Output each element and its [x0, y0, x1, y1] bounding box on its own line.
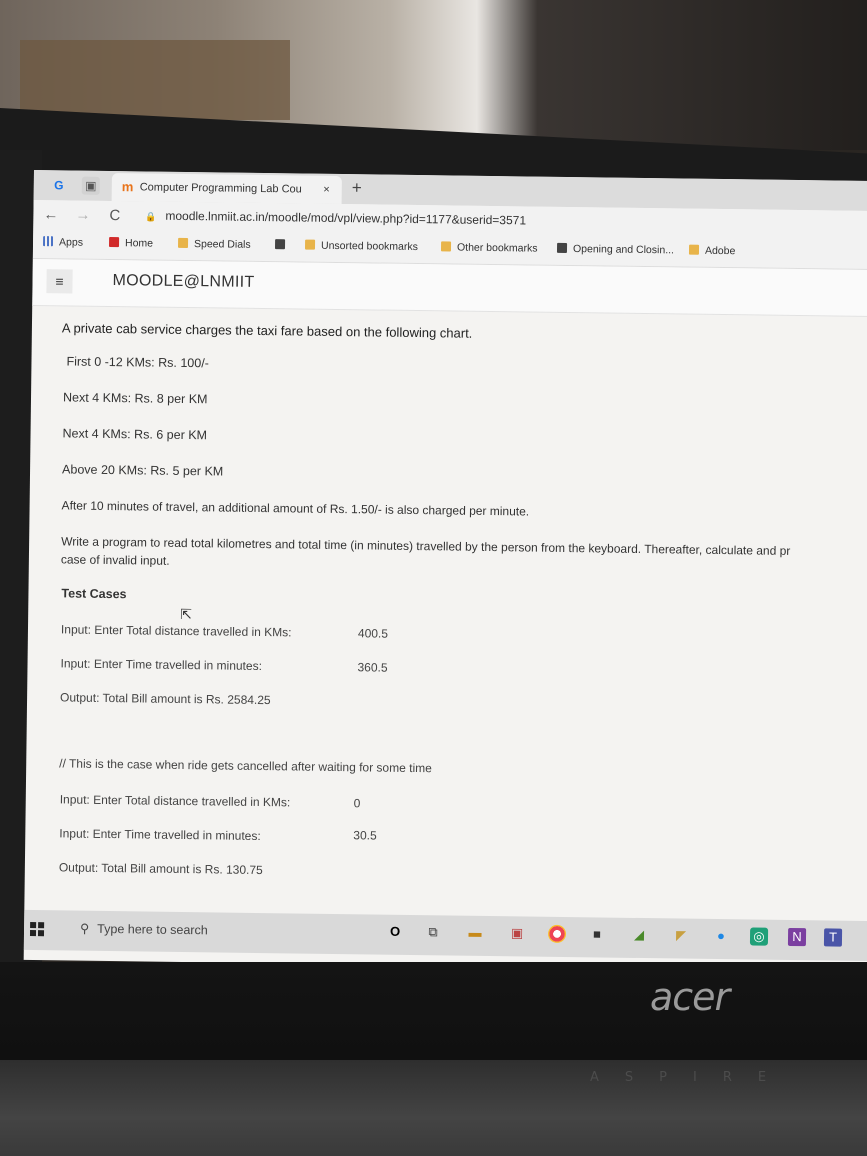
lock-icon[interactable]: 🔒	[145, 211, 156, 222]
fare-rule: Next 4 KMs: Rs. 8 per KM	[62, 390, 208, 407]
teams-icon[interactable]: T	[823, 928, 843, 947]
case1-distance-value: 400.5	[357, 626, 389, 641]
tab-title: Computer Programming Lab Cou	[139, 181, 302, 196]
globe-icon	[274, 239, 286, 250]
fare-rule: First 0 -12 KMs: Rs. 100/-	[66, 354, 209, 371]
task-view-icon[interactable]: ⧉	[424, 923, 442, 941]
extra-charge-text: After 10 minutes of travel, an additiona…	[61, 498, 530, 519]
bookmark-globe[interactable]	[274, 239, 291, 251]
folder-icon	[177, 237, 189, 249]
telegram-icon[interactable]: ●	[712, 927, 730, 945]
bookmark-apps[interactable]: Apps	[43, 236, 83, 249]
intro-text: A private cab service charges the taxi f…	[61, 320, 473, 341]
bookmark-label: Opening and Closin...	[572, 243, 675, 257]
address-bar[interactable]: moodle.lnmiit.ac.in/moodle/mod/vpl/view.…	[165, 209, 526, 228]
app-icon[interactable]: ◢	[630, 926, 648, 944]
terminal-icon[interactable]: ■	[588, 925, 606, 943]
pin-app-icon[interactable]: ◤	[672, 926, 690, 944]
bookmark-label: Adobe	[704, 244, 736, 258]
new-tab-button[interactable]: +	[352, 178, 362, 198]
search-icon: ⚲	[79, 921, 90, 936]
mouse-cursor-icon: ⇱	[180, 605, 193, 623]
folder-icon	[304, 239, 316, 250]
case2-time-value: 30.5	[353, 828, 377, 843]
apps-grid-icon	[43, 236, 54, 247]
bookmark-speed-dials[interactable]: Speed Dials	[177, 237, 251, 251]
bookmark-unsorted[interactable]: Unsorted bookmarks	[304, 239, 418, 254]
windows-start-icon[interactable]	[29, 922, 45, 937]
tab-close-icon[interactable]: ×	[323, 176, 330, 204]
forward-arrow-icon[interactable]: →	[75, 207, 90, 224]
taskbar-search-box[interactable]: ⚲ Type here to search	[80, 921, 208, 938]
bookmark-other[interactable]: Other bookmarks	[440, 241, 538, 255]
task-text: Write a program to read total kilometres…	[61, 534, 791, 558]
back-arrow-icon[interactable]: ←	[43, 206, 58, 223]
case1-time-label: Input: Enter Time travelled in minutes:	[60, 656, 263, 674]
laptop-series-label: ASPIRE	[590, 1070, 793, 1085]
taskbar-search-placeholder: Type here to search	[97, 921, 208, 938]
bookmark-label: Other bookmarks	[456, 241, 538, 255]
pinned-tab-2[interactable]: ▣	[81, 176, 100, 195]
folder-icon	[440, 241, 452, 252]
moodle-favicon-icon: m	[121, 179, 134, 195]
bookmark-home[interactable]: Home	[108, 236, 154, 250]
test-cases-heading: Test Cases	[61, 586, 127, 602]
case1-time-value: 360.5	[357, 660, 388, 675]
assignment-description: A private cab service charges the taxi f…	[24, 306, 867, 907]
home-icon	[108, 236, 120, 248]
case1-distance-label: Input: Enter Total distance travelled in…	[60, 622, 292, 640]
bookmark-opening-closing[interactable]: Opening and Closin...	[556, 242, 675, 257]
onenote-icon[interactable]: N	[787, 927, 807, 947]
fare-rule: Above 20 KMs: Rs. 5 per KM	[61, 462, 224, 479]
globe-icon	[556, 242, 568, 253]
browser-tab-active[interactable]: m Computer Programming Lab Cou ×	[111, 173, 342, 205]
chrome-icon[interactable]	[547, 924, 567, 944]
bookmark-label: Apps	[58, 236, 84, 249]
case2-distance-value: 0	[353, 796, 361, 811]
laptop-screen: G ▣ m Computer Programming Lab Cou × + ←…	[23, 170, 867, 972]
windows-taskbar: ⚲ Type here to search O ⧉ ▬ ▣ ■ ◢ ◤ ● ◎ N…	[23, 909, 867, 962]
bookmark-adobe[interactable]: Adobe	[688, 244, 736, 258]
site-name[interactable]: MOODLE@LNMIIT	[112, 272, 254, 292]
pinned-tab-google[interactable]: G	[50, 176, 68, 194]
folder-icon	[688, 244, 700, 255]
case1-output: Output: Total Bill amount is Rs. 2584.25	[60, 690, 271, 708]
file-explorer-icon[interactable]: ▬	[466, 924, 484, 942]
calendar-app-icon[interactable]: ▣	[508, 924, 526, 942]
task-text-continued: case of invalid input.	[60, 552, 170, 568]
reload-icon[interactable]: C	[109, 207, 120, 224]
cortana-icon[interactable]: O	[386, 923, 404, 941]
bookmark-label: Unsorted bookmarks	[320, 239, 418, 254]
hamburger-menu-icon[interactable]: ≡	[46, 269, 73, 294]
bookmark-label: Home	[124, 237, 154, 250]
case2-output: Output: Total Bill amount is Rs. 130.75	[58, 860, 263, 878]
laptop-brand-logo: acer	[650, 975, 730, 1019]
cancelled-ride-comment: // This is the case when ride gets cance…	[59, 756, 432, 776]
bookmark-label: Speed Dials	[193, 238, 251, 251]
whatsapp-icon[interactable]: ◎	[749, 927, 769, 946]
case2-time-label: Input: Enter Time travelled in minutes:	[59, 826, 261, 844]
case2-distance-label: Input: Enter Total distance travelled in…	[59, 792, 291, 810]
fare-rule: Next 4 KMs: Rs. 6 per KM	[62, 426, 208, 443]
background-shelf	[20, 40, 290, 120]
